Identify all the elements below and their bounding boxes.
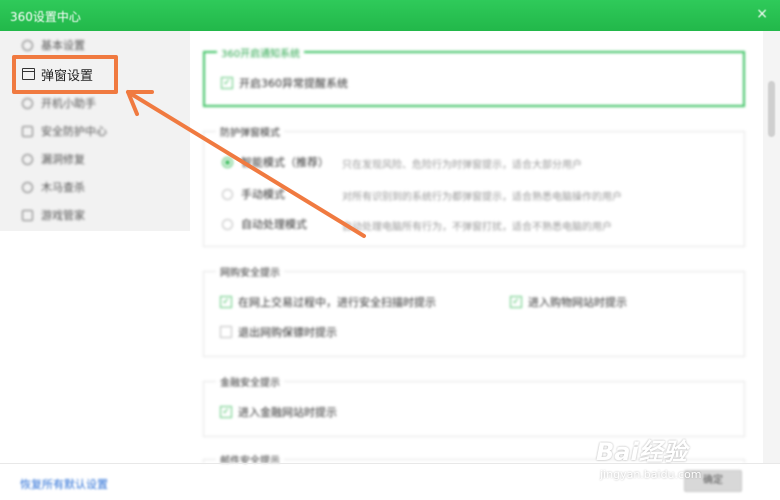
radio-row-manual[interactable]: 手动模式 [222, 186, 285, 202]
watermark-url: jingyan.baidu.com [600, 468, 702, 481]
section-title: 金融安全提示 [216, 374, 284, 389]
radio-label: 手动模式 [241, 188, 285, 201]
section-finance: 金融安全提示 ✓ 进入金融网站时提示 [203, 374, 745, 437]
radio-label: 自动处理模式 [241, 218, 307, 231]
checkbox-label: 退出网购保镖时提示 [238, 326, 337, 339]
option-description: 对所有识别到的系统行为都弹窗提示，适合熟悉电脑操作的用户 [342, 192, 622, 203]
checkbox-checked[interactable]: ✓ [510, 296, 522, 308]
checkbox-unchecked[interactable] [220, 326, 232, 338]
radio-selected[interactable] [222, 156, 233, 168]
bug-icon [22, 181, 33, 193]
restore-defaults-link[interactable]: 恢复所有默认设置 [20, 476, 108, 492]
sidebar-item-label: 开机小助手 [41, 97, 96, 110]
sidebar-item-patch[interactable]: 漏洞修复 [0, 145, 190, 173]
shopping-checkbox-row[interactable]: ✓ 进入购物网站时提示 [510, 294, 627, 310]
section-shopping: 网购安全提示 ✓ 在网上交易过程中，进行安全扫描时提示 ✓ 进入购物网站时提示 … [203, 264, 745, 357]
option-description: 自动处理电脑所有行为，不弹窗打扰，适合不熟悉电脑的用户 [342, 222, 612, 233]
section-title: 防护弹窗模式 [216, 124, 284, 139]
checkbox-checked[interactable]: ✓ [221, 77, 233, 89]
checkbox-label: 进入金融网站时提示 [238, 406, 337, 419]
sidebar-item-game-manager[interactable]: 游戏管家 [0, 201, 190, 229]
settings-window: 360设置中心 × 基本设置 弹窗设置 开机小助手 安全防护中心 漏洞修复 木马… [0, 0, 780, 500]
watermark-brand: Bai经验 [596, 438, 687, 466]
highlight-box [12, 55, 118, 94]
sidebar-item-label: 游戏管家 [41, 209, 85, 222]
sidebar-item-security-center[interactable]: 安全防护中心 [0, 117, 190, 145]
sidebar-item-trojan-scan[interactable]: 木马查杀 [0, 173, 190, 201]
radio-unselected[interactable] [222, 218, 233, 230]
scrollbar-thumb[interactable] [768, 81, 775, 137]
radio-row-auto[interactable]: 自动处理模式 [222, 216, 307, 232]
sidebar-item-label: 漏洞修复 [41, 153, 85, 166]
patch-icon [22, 153, 33, 165]
section-title: 网购安全提示 [216, 264, 284, 279]
notify-checkbox-row[interactable]: ✓ 开启360异常提醒系统 [221, 75, 348, 91]
close-icon[interactable]: × [756, 6, 768, 22]
sidebar-item-label: 木马查杀 [41, 181, 85, 194]
finance-checkbox-row[interactable]: ✓ 进入金融网站时提示 [220, 404, 337, 420]
radio-row-smart[interactable]: 智能模式（推荐） [222, 154, 329, 170]
checkbox-label: 在网上交易过程中，进行安全扫描时提示 [238, 296, 436, 309]
radio-unselected[interactable] [222, 188, 233, 200]
settings-content: 360开启通知系统 ✓ 开启360异常提醒系统 防护弹窗模式 智能模式（推荐） … [190, 31, 760, 463]
option-description: 只在发现风险、危险行为时弹窗提示，适合大部分用户 [342, 160, 582, 171]
shield-icon [22, 125, 33, 137]
watermark: Bai经验 jingyan.baidu.com [596, 432, 756, 488]
section-mode: 防护弹窗模式 智能模式（推荐） 只在发现风险、危险行为时弹窗提示，适合大部分用户… [203, 124, 745, 247]
section-title: 360开启通知系统 [217, 45, 305, 60]
gear-icon [22, 39, 33, 51]
shopping-checkbox-row[interactable]: ✓ 在网上交易过程中，进行安全扫描时提示 [220, 294, 436, 310]
radio-label: 智能模式（推荐） [241, 156, 329, 169]
clock-icon [22, 97, 33, 109]
checkbox-checked[interactable]: ✓ [220, 406, 232, 418]
gamepad-icon [22, 209, 33, 221]
checkbox-checked[interactable]: ✓ [220, 296, 232, 308]
section-title: 邮件安全提示 [216, 452, 284, 463]
section-notify: 360开启通知系统 ✓ 开启360异常提醒系统 [203, 45, 745, 107]
sidebar-item-label: 基本设置 [41, 39, 85, 52]
scrollbar[interactable] [763, 31, 780, 463]
title-bar: 360设置中心 × [0, 0, 780, 31]
checkbox-label: 进入购物网站时提示 [528, 296, 627, 309]
window-title: 360设置中心 [10, 10, 81, 24]
shopping-checkbox-row[interactable]: 退出网购保镖时提示 [220, 324, 337, 340]
checkbox-label: 开启360异常提醒系统 [239, 77, 348, 90]
sidebar-item-label: 安全防护中心 [41, 125, 107, 138]
